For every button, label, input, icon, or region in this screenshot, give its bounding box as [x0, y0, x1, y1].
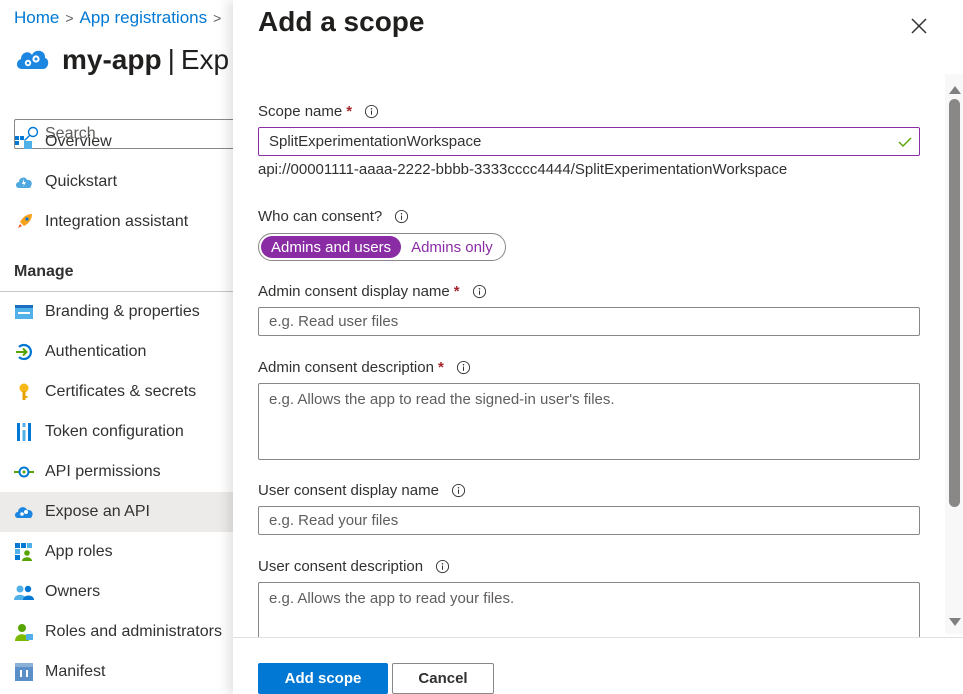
who-can-consent-label: Who can consent?: [258, 208, 409, 225]
user-display-name-input[interactable]: e.g. Read your files: [258, 506, 920, 535]
scroll-up-icon[interactable]: [949, 86, 961, 94]
panel-title: Add a scope: [258, 6, 425, 37]
valid-check-icon: [898, 137, 912, 147]
scope-name-label: Scope name *: [258, 103, 379, 120]
sidebar-item-owners[interactable]: Owners: [0, 572, 240, 612]
breadcrumb-home[interactable]: Home: [14, 8, 59, 27]
sidebar-item-branding[interactable]: Branding & properties: [0, 292, 240, 332]
scope-uri: api://00001111-aaaa-2222-bbbb-3333cccc44…: [258, 161, 788, 178]
breadcrumb: Home > App registrations >: [14, 8, 227, 28]
admin-display-name-label: Admin consent display name *: [258, 283, 487, 300]
app-blade: Home > App registrations > my-app | Exp Searc…: [0, 0, 254, 694]
token-icon: [14, 422, 34, 442]
app-registration-icon: [14, 42, 50, 77]
roles-icon: [14, 622, 34, 642]
expose-api-icon: [14, 502, 34, 522]
toggle-option-admins-only[interactable]: Admins only: [401, 236, 503, 258]
sidebar-item-manifest[interactable]: Manifest: [0, 652, 240, 692]
scrollbar-thumb[interactable]: [949, 99, 960, 507]
admin-description-textarea[interactable]: e.g. Allows the app to read the signed-i…: [258, 383, 920, 460]
user-display-name-label: User consent display name: [258, 482, 466, 499]
breadcrumb-app-registrations[interactable]: App registrations: [80, 8, 208, 27]
page-title: my-app | Exp: [14, 42, 229, 77]
breadcrumb-separator-icon: >: [65, 10, 74, 26]
required-marker: *: [453, 283, 460, 300]
app-roles-icon: [14, 542, 34, 562]
scope-name-input[interactable]: SplitExperimentationWorkspace: [258, 127, 920, 156]
scroll-down-icon[interactable]: [949, 618, 961, 626]
sidebar-item-api-permissions[interactable]: API permissions: [0, 452, 240, 492]
key-icon: [14, 382, 34, 402]
info-icon[interactable]: [435, 559, 450, 574]
sidebar-item-roles-and-administrators[interactable]: Roles and administrators: [0, 612, 240, 652]
sidebar-section-manage: Manage: [0, 252, 240, 292]
info-icon[interactable]: [364, 104, 379, 119]
user-description-label: User consent description: [258, 558, 450, 575]
cancel-button[interactable]: Cancel: [392, 663, 494, 694]
sidebar-item-authentication[interactable]: Authentication: [0, 332, 240, 372]
rocket-icon: [14, 212, 34, 232]
close-icon: [911, 18, 927, 34]
panel-scrollbar[interactable]: [945, 74, 963, 634]
add-scope-button[interactable]: Add scope: [258, 663, 388, 694]
sidebar-item-token-configuration[interactable]: Token configuration: [0, 412, 240, 452]
sidebar-item-overview[interactable]: Overview: [0, 122, 240, 162]
app-name: my-app: [62, 43, 162, 75]
page-name: Exp: [180, 43, 230, 75]
required-marker: *: [346, 103, 353, 120]
sidebar-item-quickstart[interactable]: Quickstart: [0, 162, 240, 202]
admin-display-name-input[interactable]: e.g. Read user files: [258, 307, 920, 336]
info-icon[interactable]: [472, 284, 487, 299]
api-permissions-icon: [14, 462, 34, 482]
toggle-option-admins-and-users[interactable]: Admins and users: [261, 236, 402, 258]
sidebar-item-app-roles[interactable]: App roles: [0, 532, 240, 572]
info-icon[interactable]: [451, 483, 466, 498]
admin-description-label: Admin consent description *: [258, 359, 471, 376]
sidebar-item-integration-assistant[interactable]: Integration assistant: [0, 202, 240, 242]
overview-icon: [14, 132, 34, 152]
close-button[interactable]: [908, 15, 930, 37]
info-icon[interactable]: [394, 209, 409, 224]
info-icon[interactable]: [456, 360, 471, 375]
required-marker: *: [437, 359, 444, 376]
quickstart-icon: [14, 172, 34, 192]
manifest-icon: [14, 662, 34, 682]
owners-icon: [14, 582, 34, 602]
breadcrumb-separator-icon: >: [213, 10, 222, 26]
authentication-icon: [14, 342, 34, 362]
panel-footer: Add scope Cancel: [233, 637, 963, 694]
branding-icon: [14, 302, 34, 322]
sidebar-nav: Overview Quickstart Integration assistan…: [0, 133, 240, 692]
who-can-consent-toggle: Admins and users Admins only: [258, 233, 506, 261]
sidebar-item-certificates[interactable]: Certificates & secrets: [0, 372, 240, 412]
sidebar-item-expose-an-api[interactable]: Expose an API: [0, 492, 240, 532]
add-scope-panel: Add a scope Scope name * SplitExperiment…: [233, 0, 963, 694]
